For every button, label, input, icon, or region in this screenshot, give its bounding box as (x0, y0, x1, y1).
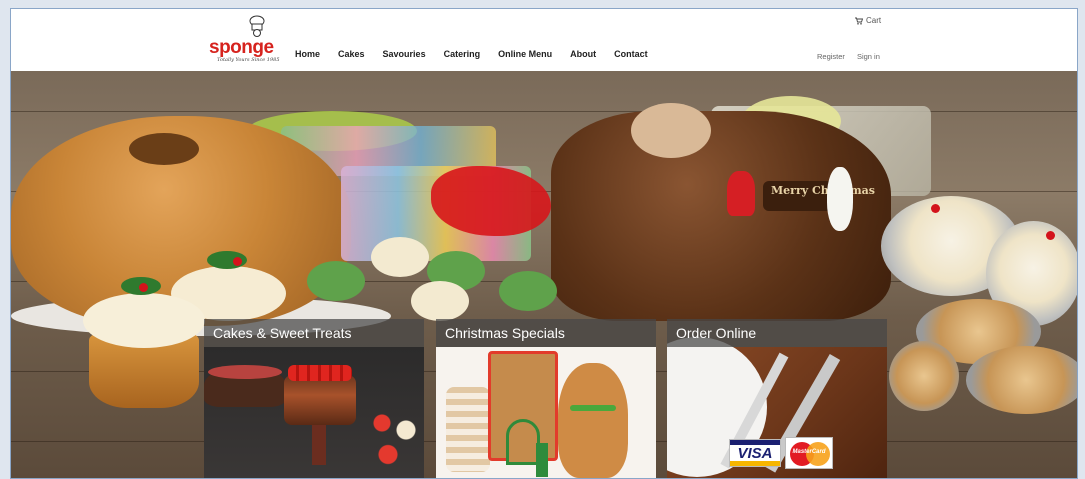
nav-item-home[interactable]: Home (295, 49, 320, 59)
account-links: Register Sign in (817, 52, 880, 61)
nav-item-online-menu[interactable]: Online Menu (498, 49, 552, 59)
signin-link[interactable]: Sign in (857, 52, 880, 61)
brand-logo[interactable]: sponge Totally Yours Since 1985 (207, 15, 280, 67)
register-link[interactable]: Register (817, 52, 845, 61)
category-card-order-online[interactable]: VISA MasterCard Order Online (667, 319, 887, 478)
cupcake-frosting (83, 293, 205, 348)
hero-banner: Merry Christmas Cakes & Sweet Treats Chr… (11, 71, 1077, 478)
category-card-cakes[interactable]: Cakes & Sweet Treats (204, 319, 424, 478)
nav-item-about[interactable]: About (570, 49, 596, 59)
mini-cupcake (371, 237, 429, 277)
mini-cupcake (307, 261, 365, 301)
cart-label: Cart (866, 16, 882, 25)
christmas-thumbnail (436, 347, 656, 478)
santa-figure (727, 171, 755, 216)
card-title: Order Online (667, 319, 887, 347)
mini-cupcake (499, 271, 557, 311)
order-online-thumbnail: VISA MasterCard (667, 337, 887, 478)
cakes-thumbnail (204, 347, 424, 478)
main-nav: Home Cakes Savouries Catering Online Men… (295, 49, 666, 59)
site-header: sponge Totally Yours Since 1985 Home Cak… (11, 9, 1077, 71)
brand-tagline: Totally Yours Since 1985 (217, 57, 280, 63)
plaque-text: Merry Christmas (771, 184, 875, 197)
red-ribbon-image (431, 166, 551, 236)
category-card-christmas[interactable]: Christmas Specials (436, 319, 656, 478)
mini-cupcake (411, 281, 469, 321)
brand-name: sponge (209, 37, 274, 58)
cart-icon (855, 17, 863, 25)
nav-item-savouries[interactable]: Savouries (383, 49, 426, 59)
nav-item-contact[interactable]: Contact (614, 49, 648, 59)
visa-logo: VISA (729, 439, 781, 467)
browser-viewport: sponge Totally Yours Since 1985 Home Cak… (10, 8, 1078, 479)
chef-hat-icon (249, 15, 265, 37)
mince-pie-image (966, 346, 1077, 414)
mince-pie-image (889, 341, 959, 411)
card-title: Christmas Specials (436, 319, 656, 347)
cart-link[interactable]: Cart (855, 16, 881, 25)
nav-item-cakes[interactable]: Cakes (338, 49, 365, 59)
snowman-figure (827, 167, 853, 231)
nav-item-catering[interactable]: Catering (444, 49, 481, 59)
card-title: Cakes & Sweet Treats (204, 319, 424, 347)
mastercard-logo: MasterCard (785, 437, 833, 469)
